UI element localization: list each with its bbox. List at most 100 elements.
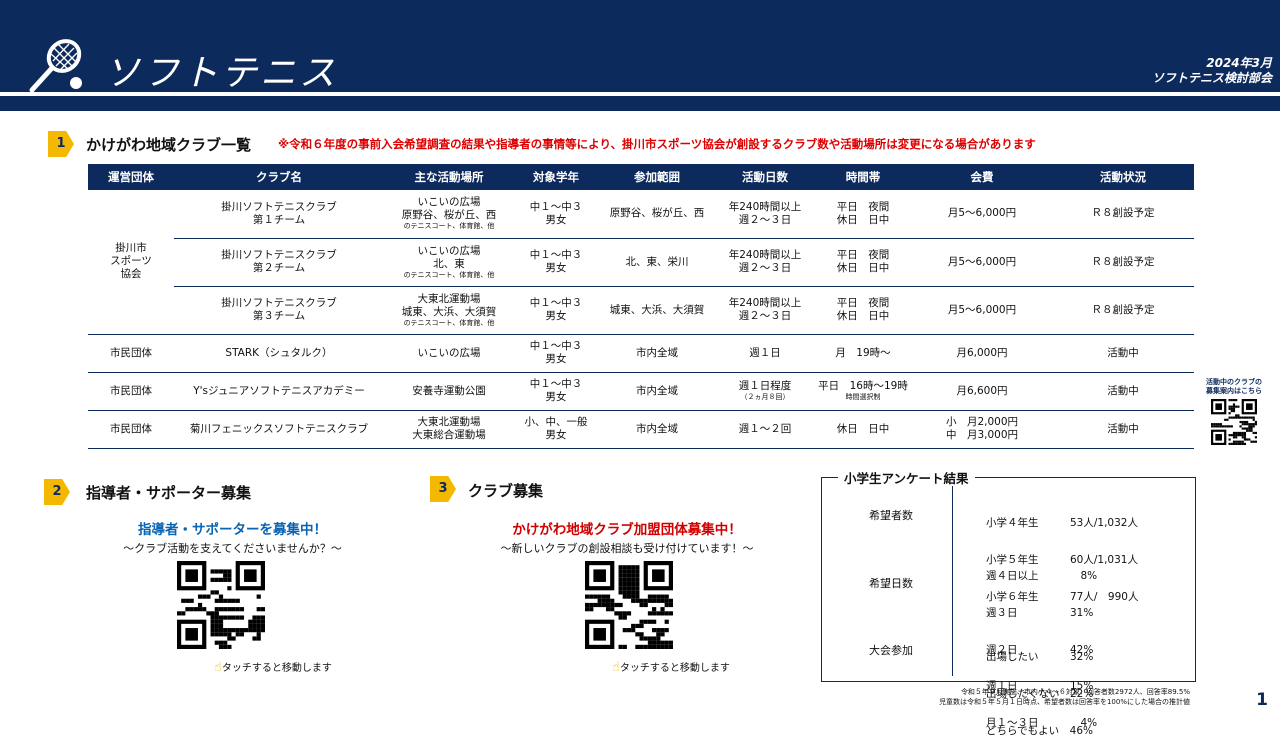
- place-cell: いこいの広場 原野谷、桜が丘、西 のテニスコート、体育館、他: [384, 190, 514, 239]
- grade-cell: 中１～中３ 男女: [514, 334, 598, 373]
- col-header: 会費: [912, 164, 1052, 190]
- qr-code-icon[interactable]: [585, 561, 673, 649]
- status-cell: Ｒ８創設予定: [1052, 190, 1194, 239]
- header-stripe: [0, 96, 1280, 111]
- page-title: ソフトテニス: [104, 53, 339, 94]
- survey-label: 希望日数: [869, 577, 913, 590]
- survey-row: どちらでもよい 46%: [986, 724, 1094, 737]
- col-header: 運営団体: [88, 164, 174, 190]
- col-header: 時間帯: [814, 164, 912, 190]
- time-cell: 休日 日中: [814, 410, 912, 449]
- org-cell: 市民団体: [88, 410, 174, 449]
- time-cell: 月 19時～: [814, 334, 912, 373]
- fee-cell: 月5～6,000円: [912, 238, 1052, 287]
- place-cell: 安養寺運動公園: [384, 372, 514, 411]
- org-line: 掛川市: [115, 242, 147, 255]
- time-cell: 平日 夜間 休日 日中: [814, 238, 912, 287]
- header-org: ソフトテニス検討部会: [1151, 71, 1272, 85]
- area-cell: 北、東、栄川: [598, 238, 716, 287]
- org-cell: 市民団体: [88, 334, 174, 373]
- qr-code-icon[interactable]: [177, 561, 265, 649]
- col-header: クラブ名: [174, 164, 384, 190]
- club-cell: 掛川ソフトテニスクラブ 第１チーム: [174, 190, 384, 239]
- header-date: 2024年3月: [1206, 56, 1272, 70]
- days-cell: 年240時間以上 週２～３日: [716, 238, 814, 287]
- grade-cell: 中１～中３ 男女: [514, 372, 598, 411]
- org-line: 協会: [120, 268, 142, 281]
- survey-row: 出場したい 32%: [986, 651, 1094, 664]
- section2-number: 2: [44, 479, 70, 505]
- area-cell: 原野谷、桜が丘、西: [598, 190, 716, 239]
- touch-link-3[interactable]: ☝タッチすると移動します: [612, 659, 730, 675]
- org-cell: 掛川市 スポーツ 協会: [88, 190, 174, 335]
- section2-headline: 指導者・サポーターを募集中！: [138, 522, 327, 538]
- time-cell: 平日 16時～19時 時間選択制: [814, 372, 912, 411]
- pointer-hand-icon: ☝: [214, 660, 222, 675]
- side-qr-block[interactable]: 活動中のクラブの 募集案内はこちら: [1198, 378, 1270, 448]
- days-cell: 週１日: [716, 334, 814, 373]
- place-cell: 大東北運動場 城東、大浜、大須賀 のテニスコート、体育館、他: [384, 286, 514, 335]
- club-cell: 掛川ソフトテニスクラブ 第２チーム: [174, 238, 384, 287]
- club-cell: Y'sジュニアソフトテニスアカデミー: [174, 372, 384, 411]
- grade-cell: 中１～中３ 男女: [514, 238, 598, 287]
- survey-row: 小学４年生 53人/1,032人: [986, 517, 1138, 530]
- status-cell: 活動中: [1052, 334, 1194, 373]
- section3-recruit: かけがわ地域クラブ加盟団体募集中！ ～新しいクラブの創設相談も受け付けています！…: [482, 518, 772, 556]
- col-header: 主な活動場所: [384, 164, 514, 190]
- grade-cell: 小、中、一般 男女: [514, 410, 598, 449]
- section1-number: 1: [48, 131, 74, 157]
- pointer-hand-icon: ☝: [612, 660, 620, 675]
- org-cell: 市民団体: [88, 372, 174, 411]
- fee-cell: 小 月2,000円中 月3,000円: [912, 410, 1052, 449]
- table-row: 市民団体 Y'sジュニアソフトテニスアカデミー 安養寺運動公園 中１～中３ 男女 …: [88, 372, 1194, 411]
- fee-cell: 月6,600円: [912, 372, 1052, 411]
- survey-row: 週３日 31%: [986, 607, 1094, 620]
- days-cell: 年240時間以上 週２～３日: [716, 190, 814, 239]
- survey-label: 大会参加: [869, 644, 913, 657]
- club-cell: 菊川フェニックスソフトテニスクラブ: [174, 410, 384, 449]
- club-table: 運営団体 クラブ名 主な活動場所 対象学年 参加範囲 活動日数 時間帯 会費 活…: [88, 164, 1194, 449]
- tennis-racket-icon: [29, 39, 82, 93]
- time-cell: 平日 夜間 休日 日中: [814, 286, 912, 335]
- touch-link-2[interactable]: ☝タッチすると移動します: [214, 659, 332, 675]
- status-cell: Ｒ８創設予定: [1052, 286, 1194, 335]
- club-cell: STARK（シュタルク）: [174, 334, 384, 373]
- survey-divider: [952, 486, 953, 676]
- place-cell: いこいの広場: [384, 334, 514, 373]
- place-cell: 大東北運動場 大東総合運動場: [384, 410, 514, 449]
- days-cell: 年240時間以上 週２～３日: [716, 286, 814, 335]
- table-row: 掛川ソフトテニスクラブ 第３チーム 大東北運動場 城東、大浜、大須賀 のテニスコート、…: [88, 286, 1194, 335]
- col-header: 活動状況: [1052, 164, 1194, 190]
- qr-code-icon[interactable]: [1211, 399, 1257, 445]
- org-line: スポーツ: [110, 255, 152, 268]
- area-cell: 市内全域: [598, 334, 716, 373]
- area-cell: 市内全域: [598, 372, 716, 411]
- section1-note: ※令和６年度の事前入会希望調査の結果や指導者の事情等により、掛川市スポーツ協会が…: [278, 137, 1036, 151]
- section2-recruit: 指導者・サポーターを募集中！ ～クラブ活動を支えてくださいませんか？～: [100, 518, 365, 556]
- footnote-line: 児童数は令和５年５月１日時点、希望者数は回答率を100%にした場合の推計値: [938, 698, 1190, 706]
- section2-title: 指導者・サポーター募集: [86, 484, 252, 502]
- table-header-row: 運営団体 クラブ名 主な活動場所 対象学年 参加範囲 活動日数 時間帯 会費 活…: [88, 164, 1194, 190]
- status-cell: Ｒ８創設予定: [1052, 238, 1194, 287]
- table-row: 掛川ソフトテニスクラブ 第２チーム いこいの広場 北、東 のテニスコート、体育館、他 …: [88, 238, 1194, 287]
- touch-label: タッチすると移動します: [221, 663, 332, 674]
- table-row: 市民団体 STARK（シュタルク） いこいの広場 中１～中３ 男女 市内全域 週１…: [88, 334, 1194, 373]
- footnote-line: 令和５年９月実施、市内小４～６対象、回答者数2972人、回答率89.5%: [960, 688, 1190, 696]
- grade-cell: 中１～中３ 男女: [514, 190, 598, 239]
- section3-title: クラブ募集: [468, 482, 544, 500]
- fee-cell: 月5～6,000円: [912, 190, 1052, 239]
- area-cell: 市内全域: [598, 410, 716, 449]
- place-cell: いこいの広場 北、東 のテニスコート、体育館、他: [384, 238, 514, 287]
- survey-footnote: 令和５年９月実施、市内小４～６対象、回答者数2972人、回答率89.5% 児童数…: [939, 687, 1190, 707]
- survey-label: 希望者数: [869, 509, 913, 522]
- col-header: 参加範囲: [598, 164, 716, 190]
- section3-subtext: ～新しいクラブの創設相談も受け付けています！～: [500, 542, 754, 555]
- area-cell: 城東、大浜、大須賀: [598, 286, 716, 335]
- section2-subtext: ～クラブ活動を支えてくださいませんか？～: [123, 542, 342, 555]
- side-qr-text: 募集案内はこちら: [1206, 387, 1262, 395]
- touch-label: タッチすると移動します: [619, 663, 730, 674]
- section1-title: かけがわ地域クラブ一覧: [86, 136, 252, 154]
- table-row: 掛川市 スポーツ 協会 掛川ソフトテニスクラブ 第１チーム いこいの広場 原野谷、桜…: [88, 190, 1194, 335]
- status-cell: 活動中: [1052, 410, 1194, 449]
- section3-number: 3: [430, 476, 456, 502]
